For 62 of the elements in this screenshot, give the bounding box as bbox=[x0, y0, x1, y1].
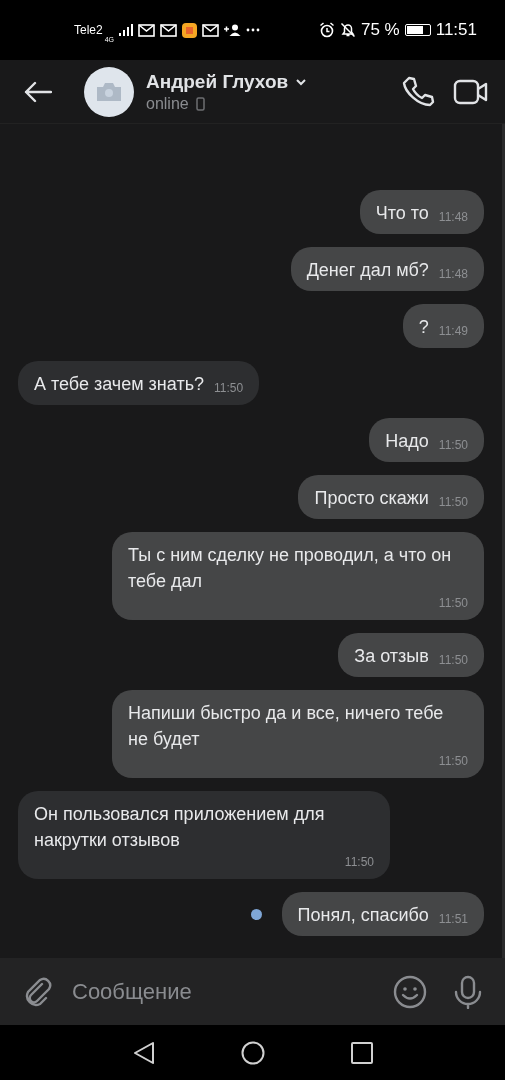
message-bubble[interactable]: Понял, спасибо 11:51 bbox=[281, 892, 484, 936]
home-nav-icon[interactable] bbox=[240, 1040, 265, 1065]
message-text: Напиши быстро да и все, ничего тебе не будет bbox=[128, 702, 445, 751]
message-time: 11:48 bbox=[438, 266, 468, 283]
message-bubble[interactable]: За отзыв 11:50 bbox=[338, 633, 484, 677]
muted-bell-icon bbox=[339, 22, 356, 38]
message-bubble[interactable]: Он пользовался приложением для накрутки отзывов 11:50 bbox=[18, 791, 390, 879]
camera-icon bbox=[96, 81, 122, 102]
back-nav-icon[interactable] bbox=[132, 1040, 155, 1065]
emoji-icon[interactable] bbox=[393, 974, 427, 1009]
message-text: ? bbox=[418, 316, 429, 339]
clock: 11:51 bbox=[435, 20, 477, 40]
message-bubble[interactable]: Ты с ним сделку не проводил, а что он тебе дал 11:50 bbox=[112, 532, 484, 620]
message-text: Ты с ним сделку не проводил, а что он тебе дал bbox=[128, 544, 453, 593]
message-bubble[interactable]: Надо 11:50 bbox=[369, 418, 484, 462]
contact-status: online bbox=[146, 94, 189, 113]
avatar[interactable] bbox=[84, 66, 134, 117]
message-bubble[interactable]: Просто скажи 11:50 bbox=[298, 475, 484, 519]
message-bubble[interactable]: Напиши быстро да и все, ничего тебе не будет 11:50 bbox=[112, 690, 484, 778]
message-time: 11:48 bbox=[438, 209, 468, 226]
message-text: Просто скажи bbox=[314, 487, 429, 510]
message-time: 11:50 bbox=[438, 652, 468, 669]
message-composer[interactable]: Сообщение bbox=[0, 958, 505, 1025]
mail-icon bbox=[138, 23, 156, 37]
video-call-icon[interactable] bbox=[453, 77, 489, 106]
message-text: За отзыв bbox=[354, 645, 429, 668]
add-contact-icon bbox=[224, 24, 242, 36]
mail-icon bbox=[160, 23, 178, 37]
message-time: 11:51 bbox=[438, 911, 468, 928]
back-icon[interactable] bbox=[24, 80, 52, 103]
mail-icon bbox=[202, 23, 220, 37]
message-bubble[interactable]: Что то 11:48 bbox=[359, 190, 484, 234]
message-input[interactable]: Сообщение bbox=[68, 967, 379, 1016]
message-time: 11:50 bbox=[344, 854, 374, 871]
message-text: Что то bbox=[375, 202, 429, 225]
message-time: 11:50 bbox=[438, 437, 468, 454]
battery-icon bbox=[404, 24, 431, 36]
message-text: А тебе зачем знать? bbox=[34, 373, 205, 396]
app-icon bbox=[182, 22, 198, 38]
message-text: Надо bbox=[385, 430, 429, 453]
message-time: 11:50 bbox=[438, 494, 468, 511]
contact-name[interactable]: Андрей Глухов bbox=[146, 70, 289, 93]
message-time: 11:50 bbox=[438, 753, 468, 770]
phone-device-icon bbox=[195, 96, 205, 111]
message-time: 11:49 bbox=[438, 323, 468, 340]
battery-percent: 75 % bbox=[360, 20, 400, 40]
signal-icon bbox=[119, 24, 134, 36]
carrier-name: Tele2 bbox=[74, 23, 103, 37]
message-text: Понял, спасибо bbox=[297, 904, 429, 927]
message-bubble[interactable]: ? 11:49 bbox=[402, 304, 484, 348]
message-text: Он пользовался приложением для накрутки отзывов bbox=[34, 803, 326, 852]
message-bubble[interactable]: Денег дал мб? 11:48 bbox=[290, 247, 484, 291]
chevron-down-icon[interactable] bbox=[295, 77, 308, 86]
phone-call-icon[interactable] bbox=[401, 74, 435, 109]
alarm-icon bbox=[318, 22, 335, 38]
message-text: Денег дал мб? bbox=[306, 259, 429, 282]
more-icon bbox=[246, 28, 261, 32]
message-bubble[interactable]: А тебе зачем знать? 11:50 bbox=[18, 361, 260, 405]
microphone-icon[interactable] bbox=[453, 974, 483, 1009]
message-time: 11:50 bbox=[438, 595, 468, 612]
recents-nav-icon[interactable] bbox=[350, 1041, 373, 1064]
message-time: 11:50 bbox=[214, 380, 244, 397]
